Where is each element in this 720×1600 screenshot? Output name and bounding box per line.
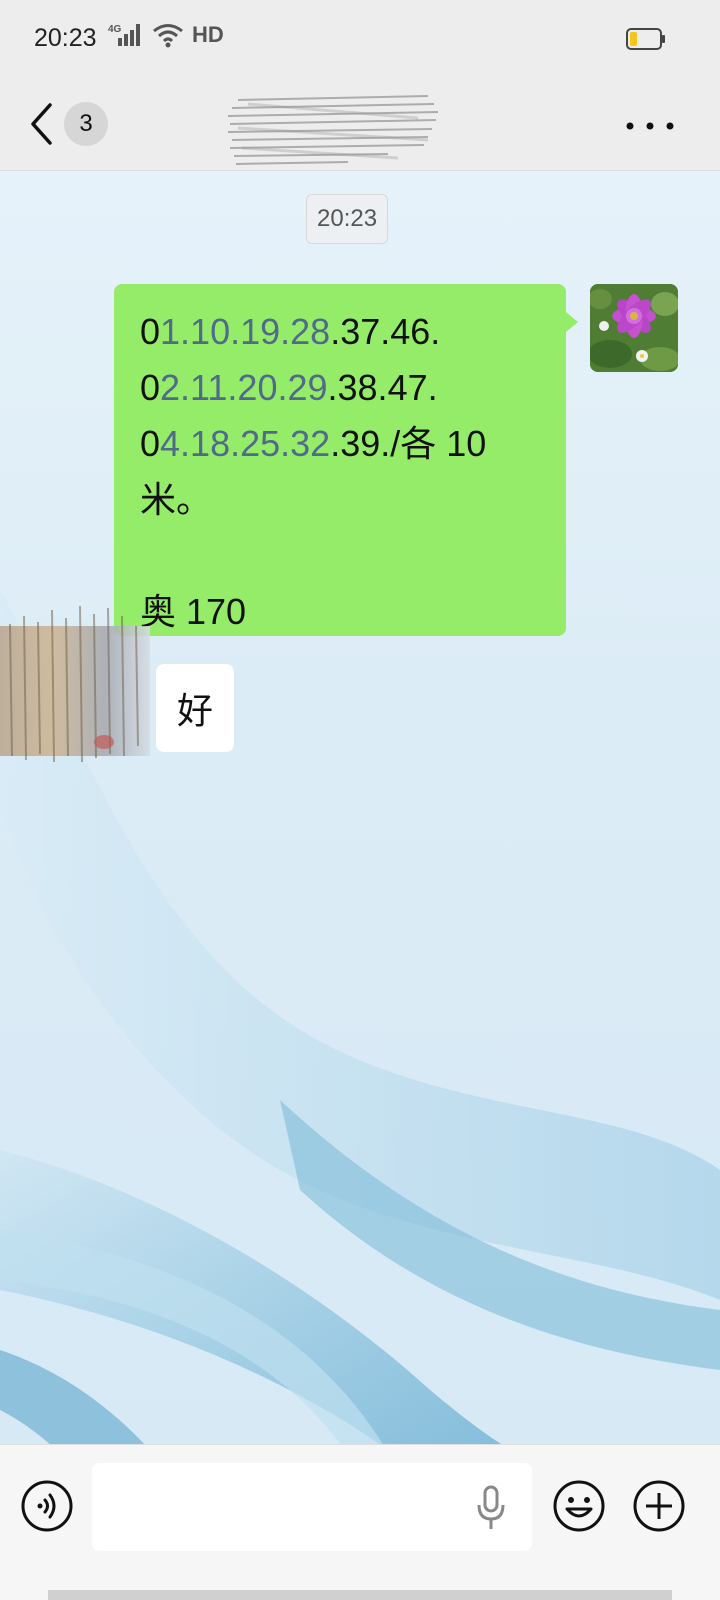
received-message-text: 好 — [176, 691, 213, 732]
text-segment: 0 — [140, 423, 161, 464]
my-avatar[interactable] — [590, 284, 678, 372]
microphone-icon[interactable] — [476, 1485, 506, 1531]
text-segment: .39./各 10 — [330, 423, 487, 464]
signal-icon: 4G — [108, 24, 140, 46]
status-bar: 20:23 4G HD — [0, 0, 720, 80]
emoji-icon[interactable] — [552, 1479, 606, 1533]
text-segment: .38.47. — [327, 367, 438, 408]
message-timestamp: 20:23 — [306, 194, 389, 244]
redacted-contact-name — [228, 95, 439, 165]
message-line: 02.11.20.29.38.47. — [140, 360, 540, 416]
message-input-bar — [0, 1444, 720, 1600]
voice-mode-button[interactable] — [20, 1479, 74, 1533]
status-time: 20:23 — [34, 24, 97, 52]
message-line: 米。 — [140, 479, 213, 520]
plus-icon[interactable] — [632, 1479, 686, 1533]
more-options-button[interactable] — [622, 104, 678, 148]
message-line: 04.18.25.32.39./各 10 — [140, 416, 540, 472]
wifi-icon — [153, 24, 183, 48]
message-line: 01.10.19.28.37.46. — [140, 304, 540, 360]
text-segment: 0 — [140, 367, 161, 408]
svg-text:4G: 4G — [108, 24, 122, 35]
number-link[interactable]: 2.11.20.29 — [160, 367, 327, 408]
number-link[interactable]: 4.18.25.32 — [160, 423, 330, 464]
contact-avatar[interactable] — [0, 596, 160, 766]
chat-header: 3 — [0, 80, 720, 171]
message-line: 奥 170 — [140, 591, 247, 632]
flower-avatar-image — [590, 284, 678, 372]
received-message-bubble[interactable]: 好 — [156, 664, 234, 752]
back-button[interactable]: 3 — [28, 94, 128, 154]
text-segment: 0 — [140, 311, 161, 352]
status-icons: 4G HD — [108, 22, 224, 48]
text-segment: .37.46. — [330, 311, 441, 352]
battery-icon — [626, 28, 665, 50]
number-link[interactable]: 1.10.19.28 — [160, 311, 330, 352]
message-text-input[interactable] — [92, 1463, 532, 1551]
bottom-indicator — [48, 1590, 672, 1600]
chevron-left-icon — [31, 103, 52, 145]
hd-indicator: HD — [192, 22, 224, 47]
unread-count-badge: 3 — [64, 102, 108, 146]
chat-screen: 20:23 4G HD 3 20:23 01.10.19.28.37.46. 0… — [0, 0, 720, 1600]
sent-message-bubble[interactable]: 01.10.19.28.37.46. 02.11.20.29.38.47. 04… — [114, 284, 578, 636]
